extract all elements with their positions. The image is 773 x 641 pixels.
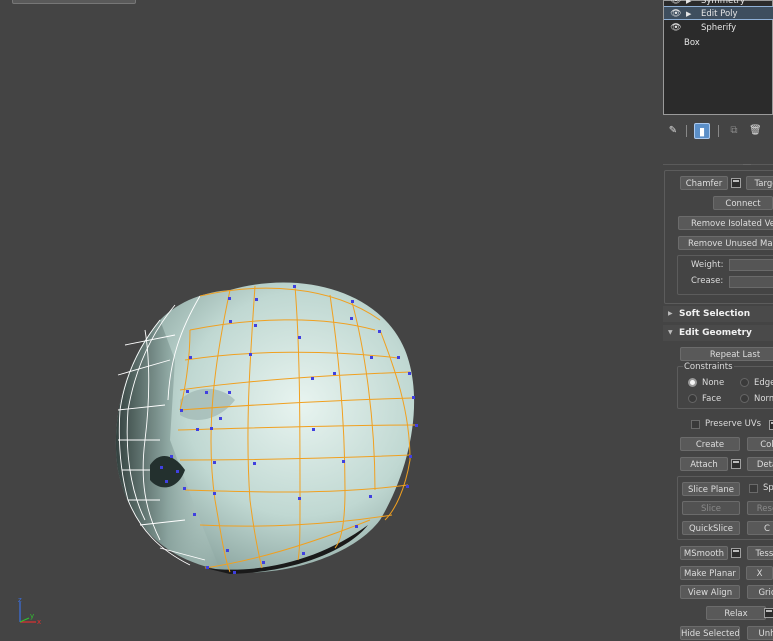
split-label: Sp — [763, 483, 773, 493]
cut-button[interactable]: C — [747, 521, 773, 535]
weight-spinner[interactable] — [729, 259, 773, 271]
repeat-last-button[interactable]: Repeat Last — [680, 347, 773, 361]
rollout-title: Edit Geometry — [679, 328, 752, 338]
view-align-button[interactable]: View Align — [680, 585, 740, 599]
detach-button[interactable]: Deta — [747, 457, 773, 471]
divider-grip-icon[interactable]: ‥‥ — [743, 160, 751, 167]
trash-icon[interactable]: 🗑 — [749, 123, 762, 139]
stack-item-spherify[interactable]: 👁 Spherify — [664, 21, 773, 35]
crease-label: Crease: — [691, 276, 724, 286]
axis-tripod: z x y — [18, 596, 41, 626]
unhide-all-button[interactable]: Unh — [747, 626, 773, 640]
preserve-uvs-checkbox[interactable] — [691, 420, 700, 429]
head-mesh[interactable] — [0, 0, 663, 641]
planar-x-button[interactable]: X — [746, 566, 773, 580]
eye-icon[interactable]: 👁 — [670, 7, 682, 21]
hide-selected-button[interactable]: Hide Selected — [680, 626, 740, 640]
soft-selection-rollout[interactable]: ▶ Soft Selection — [663, 306, 773, 322]
attach-button[interactable]: Attach — [680, 457, 728, 471]
relax-settings-icon[interactable] — [764, 608, 773, 618]
preserve-uvs-label: Preserve UVs — [705, 419, 762, 429]
constraint-face-label: Face — [702, 394, 722, 404]
perspective-viewport[interactable]: z x y — [0, 0, 663, 641]
split-checkbox[interactable] — [749, 484, 758, 493]
preserve-uvs-settings-icon[interactable] — [769, 420, 773, 430]
crease-spinner[interactable] — [729, 276, 773, 288]
expand-arrow-icon[interactable]: ▶ — [686, 7, 691, 21]
constraint-edge-label: Edge — [754, 378, 773, 388]
constraint-none-radio[interactable] — [688, 378, 697, 387]
constraint-edge-radio[interactable] — [740, 378, 749, 387]
remove-isolated-vertices-button[interactable]: Remove Isolated Ve — [678, 216, 773, 230]
show-end-result-icon[interactable]: ▮ — [694, 123, 710, 139]
chamfer-settings-icon[interactable] — [731, 178, 741, 188]
constraint-normal-label: Norm — [754, 394, 773, 404]
grid-align-button[interactable]: Gric — [747, 585, 773, 599]
make-unique-icon[interactable]: ⧉ — [728, 123, 740, 139]
msmooth-settings-icon[interactable] — [731, 548, 741, 558]
eye-icon[interactable]: 👁 — [670, 21, 682, 35]
tessellate-button[interactable]: Tesse — [747, 546, 773, 560]
constraints-label: Constraints — [683, 362, 734, 372]
connect-button[interactable]: Connect — [713, 196, 773, 210]
rollout-divider — [663, 164, 773, 165]
collapse-button[interactable]: Col — [747, 437, 773, 451]
modifier-stack[interactable]: 👁 ▶ Symmetry 👁 ▶ Edit Poly 👁 Spherify Bo… — [663, 0, 773, 115]
stack-item-edit-poly[interactable]: 👁 ▶ Edit Poly — [664, 6, 773, 20]
stack-item-label: Box — [684, 38, 700, 48]
expanded-arrow-icon: ▼ — [668, 329, 673, 336]
remove-unused-map-verts-button[interactable]: Remove Unused Map — [678, 236, 773, 250]
edit-geometry-rollout[interactable]: ▼ Edit Geometry — [663, 325, 773, 341]
stack-toolbar: ✎ ▮ ⧉ 🗑 — [663, 121, 773, 141]
axis-x-label: x — [37, 618, 41, 626]
weight-label: Weight: — [691, 260, 724, 270]
relax-button[interactable]: Relax — [706, 606, 766, 620]
toolbar-separator — [718, 125, 719, 137]
axis-z-label: z — [18, 596, 22, 604]
slice-plane-button[interactable]: Slice Plane — [682, 482, 740, 496]
target-weld-button[interactable]: Targe — [746, 176, 773, 190]
slice-button[interactable]: Slice — [682, 501, 740, 515]
stack-item-box[interactable]: Box — [664, 36, 773, 50]
command-panel: 👁 ▶ Symmetry 👁 ▶ Edit Poly 👁 Spherify Bo… — [663, 0, 773, 641]
attach-list-icon[interactable] — [731, 459, 741, 469]
rollout-title: Soft Selection — [679, 309, 751, 319]
create-button[interactable]: Create — [680, 437, 740, 451]
toolbar-separator — [686, 125, 687, 137]
constraint-normal-radio[interactable] — [740, 394, 749, 403]
stack-item-label: Edit Poly — [701, 9, 738, 19]
msmooth-button[interactable]: MSmooth — [680, 546, 728, 560]
reset-plane-button[interactable]: Rese — [747, 501, 773, 515]
chamfer-button[interactable]: Chamfer — [680, 176, 728, 190]
constraint-face-radio[interactable] — [688, 394, 697, 403]
stack-item-label: Spherify — [701, 23, 737, 33]
pin-icon[interactable]: ✎ — [667, 123, 679, 139]
make-planar-button[interactable]: Make Planar — [680, 566, 740, 580]
quickslice-button[interactable]: QuickSlice — [682, 521, 740, 535]
axis-y-label: y — [30, 612, 34, 620]
collapsed-arrow-icon: ▶ — [668, 310, 673, 317]
constraint-none-label: None — [702, 378, 725, 388]
